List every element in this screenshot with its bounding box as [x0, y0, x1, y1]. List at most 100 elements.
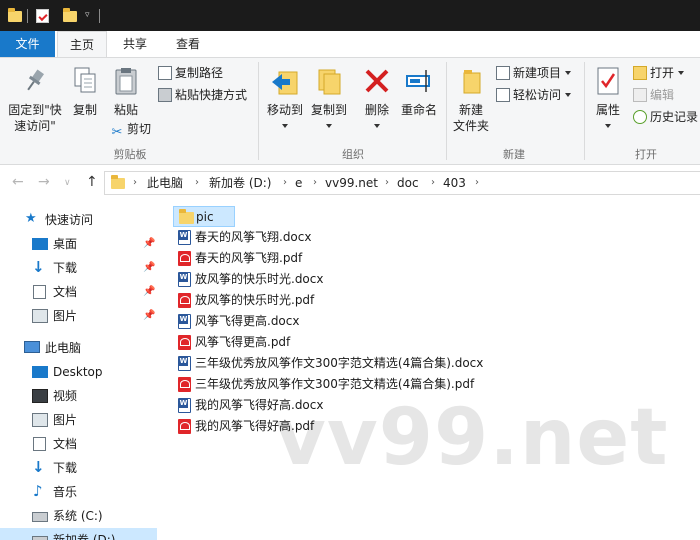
sidebar-item-desktop[interactable]: 桌面 📌: [0, 232, 157, 256]
history-button[interactable]: 历史记录: [633, 107, 698, 127]
watermark: vv99.net: [275, 393, 669, 483]
up-arrow-icon[interactable]: ↑: [86, 174, 98, 190]
divider: [584, 62, 585, 160]
sidebar-item-documents-pc[interactable]: 文档: [0, 432, 157, 456]
tab-home[interactable]: 主页: [57, 31, 107, 57]
sidebar-item-label: 文档: [53, 437, 78, 451]
breadcrumb-separator-icon[interactable]: ›: [431, 172, 435, 194]
copy-button[interactable]: 复制: [68, 66, 102, 118]
word-document-icon: [178, 314, 191, 329]
sidebar-item-documents[interactable]: 文档 📌: [0, 280, 157, 304]
pin-icon: 📌: [143, 310, 156, 321]
move-to-label: 移动到: [266, 103, 303, 117]
sidebar-item-this-pc[interactable]: 此电脑: [0, 336, 157, 360]
sidebar-item-downloads-pc[interactable]: ↓ 下载: [0, 456, 157, 480]
sidebar-item-videos[interactable]: 视频: [0, 384, 157, 408]
ribbon: 固定到"快 速访问" 复制 粘贴 复制路径 粘贴快捷方式 ✂ 剪切 剪贴板 移动到: [0, 57, 700, 165]
pin-icon: 📌: [143, 262, 156, 273]
cut-button[interactable]: ✂ 剪切: [110, 119, 151, 140]
open-group-label: 打开: [635, 148, 657, 161]
rename-icon: [406, 70, 430, 92]
picture-icon: [32, 309, 48, 323]
sidebar-item-drive-d[interactable]: 新加卷 (D:): [0, 528, 157, 540]
sidebar-item-pictures[interactable]: 图片 📌: [0, 304, 157, 328]
history-label: 历史记录: [650, 110, 699, 124]
breadcrumb-separator-icon[interactable]: ›: [313, 172, 317, 194]
divider: [27, 9, 28, 23]
chevron-down-icon: [565, 93, 572, 97]
paste-button[interactable]: 粘贴: [108, 66, 144, 118]
sidebar-item-desktop-pc[interactable]: Desktop: [0, 360, 157, 384]
video-icon: [32, 389, 48, 403]
edit-label: 编辑: [650, 88, 675, 102]
sidebar-item-pictures-pc[interactable]: 图片: [0, 408, 157, 432]
history-icon: [633, 110, 647, 124]
pin-icon: [27, 69, 45, 91]
sidebar-item-downloads[interactable]: ↓ 下载 📌: [0, 256, 157, 280]
breadcrumb-e[interactable]: e: [295, 172, 302, 194]
copy-to-button[interactable]: 复制到: [307, 66, 351, 134]
paste-shortcut-button[interactable]: 粘贴快捷方式: [158, 85, 247, 105]
breadcrumb-separator-icon[interactable]: ›: [283, 172, 287, 194]
delete-button[interactable]: 删除: [359, 66, 395, 134]
tab-view[interactable]: 查看: [163, 31, 213, 57]
new-folder-button[interactable]: 新建 文件夹: [450, 66, 492, 134]
rename-label: 重命名: [400, 103, 437, 117]
breadcrumb-separator-icon[interactable]: ›: [195, 172, 199, 194]
tab-file[interactable]: 文件: [0, 31, 55, 57]
sidebar-item-quick-access[interactable]: ★ 快速访问: [0, 208, 157, 232]
pin-icon: 📌: [143, 238, 156, 249]
breadcrumb-separator-icon[interactable]: ›: [133, 172, 137, 194]
new-item-button[interactable]: 新建项目: [496, 63, 572, 83]
rename-button[interactable]: 重命名: [397, 66, 441, 118]
new-folder-quick-icon[interactable]: [63, 8, 77, 22]
sidebar-item-label: 文档: [53, 285, 78, 299]
sidebar-item-label: 下载: [53, 461, 78, 475]
sidebar-item-drive-c[interactable]: 系统 (C:): [0, 504, 157, 528]
chevron-down-icon: [605, 124, 611, 128]
properties-button[interactable]: 属性: [590, 66, 626, 134]
pin-quick-access-button[interactable]: 固定到"快 速访问": [4, 66, 66, 134]
edit-icon: [633, 88, 647, 102]
recent-locations-chevron-icon[interactable]: ∨: [64, 178, 71, 188]
address-bar[interactable]: › 此电脑 › 新加卷 (D:) › e › vv99.net › doc › …: [104, 171, 700, 195]
properties-quick-icon[interactable]: [36, 9, 49, 23]
file-name: 我的风筝飞得好高.pdf: [195, 419, 315, 433]
pdf-icon: [178, 251, 191, 266]
breadcrumb-separator-icon[interactable]: ›: [475, 172, 479, 194]
folder-icon: [179, 209, 194, 224]
new-folder-icon: [463, 70, 481, 94]
folder-icon: [111, 175, 125, 189]
move-to-button[interactable]: 移动到: [263, 66, 307, 134]
back-arrow-icon[interactable]: ←: [12, 174, 24, 190]
breadcrumb-this-pc[interactable]: 此电脑: [147, 172, 183, 194]
breadcrumb-separator-icon[interactable]: ›: [385, 172, 389, 194]
edit-button[interactable]: 编辑: [633, 85, 674, 105]
file-name: 春天的风筝飞翔.pdf: [195, 251, 303, 265]
sidebar-item-music[interactable]: ♪ 音乐: [0, 480, 157, 504]
sidebar-item-label: 音乐: [53, 485, 78, 499]
tab-share[interactable]: 共享: [110, 31, 160, 57]
chevron-down-icon: [565, 71, 572, 75]
breadcrumb-vv99[interactable]: vv99.net: [325, 172, 378, 194]
navigation-pane: ★ 快速访问 桌面 📌 ↓ 下载 📌 文档 📌 图片 📌 此电脑 Desktop…: [0, 200, 157, 540]
sidebar-item-label: 快速访问: [45, 213, 94, 227]
breadcrumb-403[interactable]: 403: [443, 172, 466, 194]
system-drive-icon: [32, 512, 48, 522]
copy-path-button[interactable]: 复制路径: [158, 63, 223, 83]
file-name: 三年级优秀放风筝作文300字范文精选(4篇合集).docx: [195, 356, 484, 370]
forward-arrow-icon[interactable]: →: [38, 174, 50, 190]
chevron-down-icon: [282, 124, 288, 128]
quick-access-dropdown-icon[interactable]: ▿: [85, 10, 90, 20]
breadcrumb-doc[interactable]: doc: [397, 172, 419, 194]
computer-icon: [24, 341, 40, 353]
copy-label: 复制: [72, 103, 97, 117]
file-name: pic: [196, 210, 214, 224]
list-item-folder[interactable]: pic: [173, 206, 235, 227]
open-button[interactable]: 打开: [633, 63, 685, 83]
new-folder-label-2: 文件夹: [452, 119, 489, 133]
breadcrumb-drive-d[interactable]: 新加卷 (D:): [209, 172, 271, 194]
pdf-icon: [178, 377, 191, 392]
copy-path-icon: [158, 66, 172, 80]
easy-access-button[interactable]: 轻松访问: [496, 85, 572, 105]
